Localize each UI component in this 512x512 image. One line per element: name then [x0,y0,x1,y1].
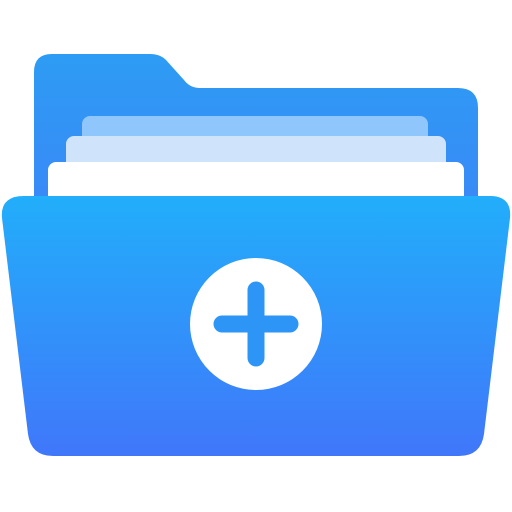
app-icon-canvas [0,0,512,512]
add-folder-icon[interactable] [0,0,512,512]
